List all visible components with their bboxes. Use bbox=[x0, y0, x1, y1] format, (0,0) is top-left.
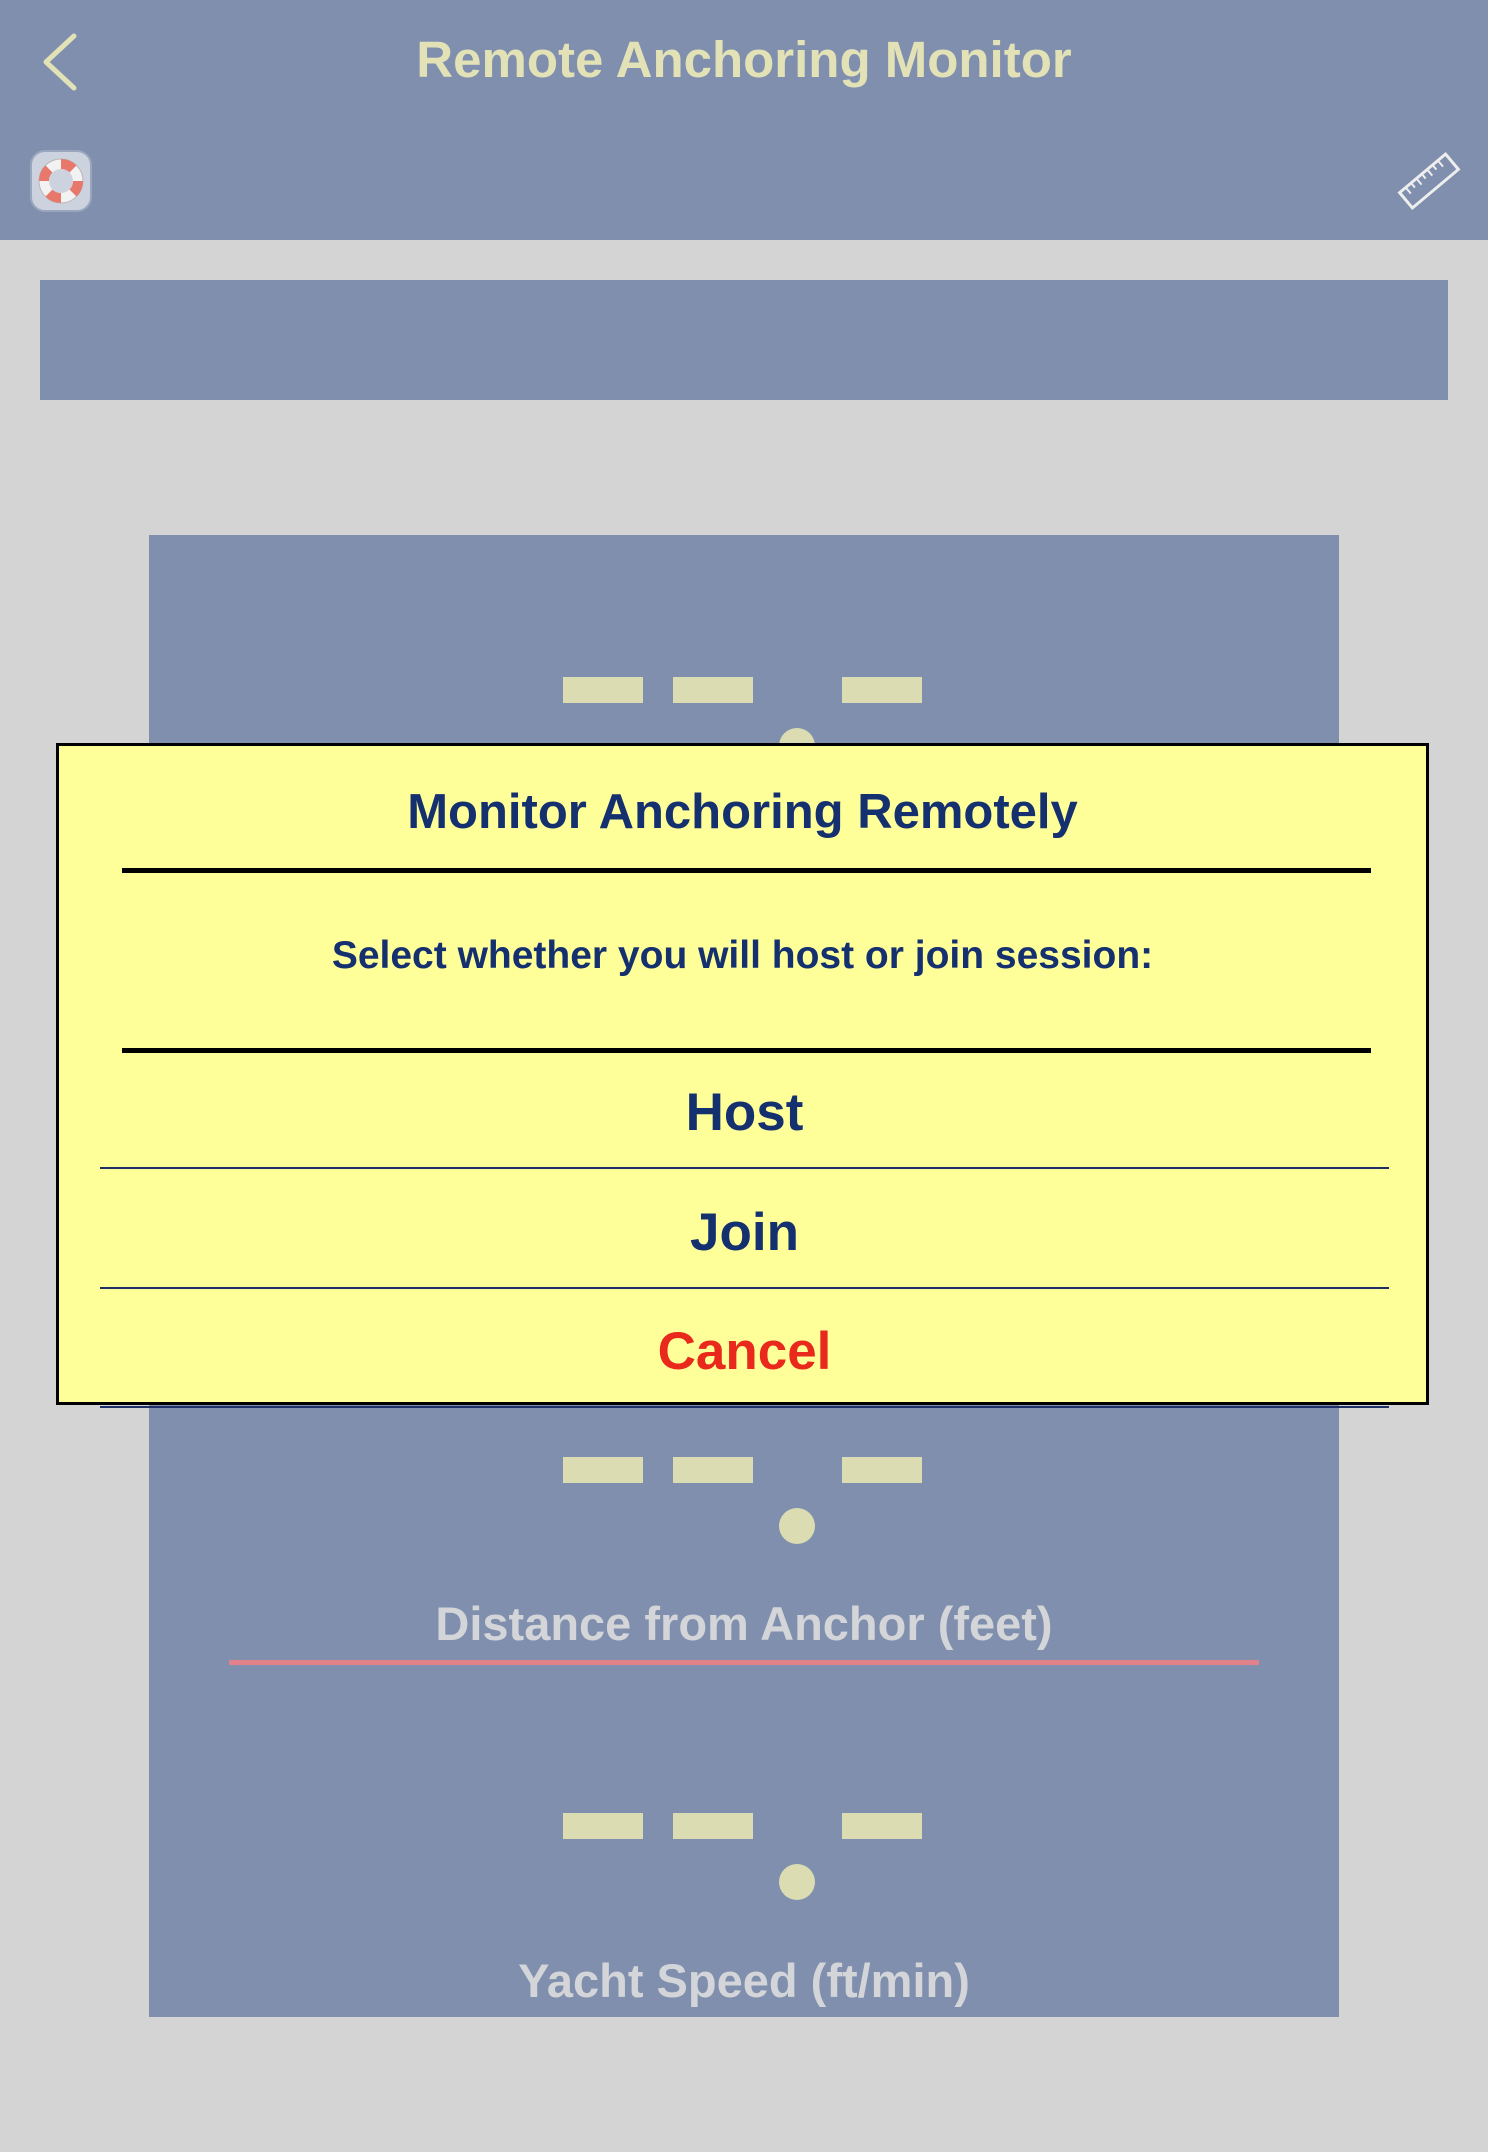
digit-placeholder bbox=[842, 677, 922, 703]
digit-placeholder bbox=[842, 1813, 922, 1839]
distance-underline bbox=[229, 1660, 1259, 1665]
divider bbox=[122, 1048, 1371, 1053]
page-title: Remote Anchoring Monitor bbox=[416, 31, 1072, 88]
digit-placeholder bbox=[842, 1457, 922, 1483]
divider bbox=[100, 1406, 1389, 1408]
join-button[interactable]: Join bbox=[100, 1174, 1389, 1290]
status-banner bbox=[40, 280, 1448, 400]
digit-placeholder bbox=[563, 1457, 643, 1483]
remote-session-dialog: Monitor Anchoring Remotely Select whethe… bbox=[56, 743, 1429, 1408]
divider bbox=[100, 1167, 1389, 1169]
digit-placeholder bbox=[563, 677, 643, 703]
distance-label: Distance from Anchor (feet) bbox=[435, 1597, 1053, 1650]
digit-placeholder bbox=[673, 1813, 753, 1839]
dialog-message: Select whether you will host or join ses… bbox=[331, 934, 1154, 977]
top-bar: Remote Anchoring Monitor bbox=[0, 0, 1488, 240]
cancel-button[interactable]: Cancel bbox=[100, 1293, 1389, 1409]
digit-placeholder bbox=[673, 677, 753, 703]
divider bbox=[100, 1287, 1389, 1289]
ruler-icon[interactable] bbox=[1396, 148, 1462, 214]
lifebuoy-icon[interactable] bbox=[29, 149, 93, 213]
speed-label: Yacht Speed (ft/min) bbox=[518, 1954, 970, 2007]
host-button[interactable]: Host bbox=[100, 1054, 1389, 1170]
digit-placeholder bbox=[673, 1457, 753, 1483]
dialog-title: Monitor Anchoring Remotely bbox=[407, 785, 1078, 839]
digit-placeholder bbox=[563, 1813, 643, 1839]
decimal-point bbox=[779, 1508, 815, 1544]
decimal-point bbox=[779, 1864, 815, 1900]
divider bbox=[122, 868, 1371, 873]
